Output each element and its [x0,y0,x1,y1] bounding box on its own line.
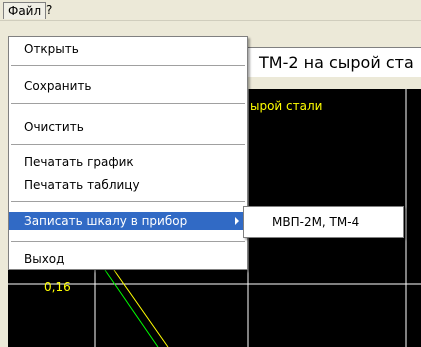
menu-help[interactable]: ? [42,2,56,18]
menu-separator [11,241,245,243]
series-line-yellow [113,269,169,347]
menu-item-write-scale[interactable]: Записать шкалу в прибор [9,212,247,230]
menu-separator [11,144,245,146]
menu-item-save[interactable]: Сохранить [9,77,247,95]
menu-item-open[interactable]: Открыть [9,40,247,58]
menu-item-print-table[interactable]: Печатать таблицу [9,176,247,194]
menu-item-print-chart[interactable]: Печатать график [9,153,247,171]
menu-item-write-scale-label: Записать шкалу в прибор [24,214,188,228]
menu-bar: Файл ? [0,0,421,21]
menu-file[interactable]: Файл [3,2,47,19]
chart-title-field[interactable]: ТМ-2 на сырой ста [244,47,421,77]
menu-separator [11,201,245,203]
menu-separator [11,103,245,105]
y-tick-label: 0,16 [44,280,71,294]
menu-item-exit[interactable]: Выход [9,250,247,268]
menu-separator [11,65,245,67]
submenu-arrow-icon [235,217,239,225]
series-line-green [104,269,159,347]
file-menu-dropdown: Открыть Сохранить Очистить Печатать граф… [8,36,248,270]
plot-title: ырой стали [250,99,323,113]
menu-item-clear[interactable]: Очистить [9,118,247,136]
submenu-item-device[interactable]: МВП-2М, ТМ-4 [244,213,403,231]
write-scale-submenu: МВП-2М, ТМ-4 [243,206,404,238]
